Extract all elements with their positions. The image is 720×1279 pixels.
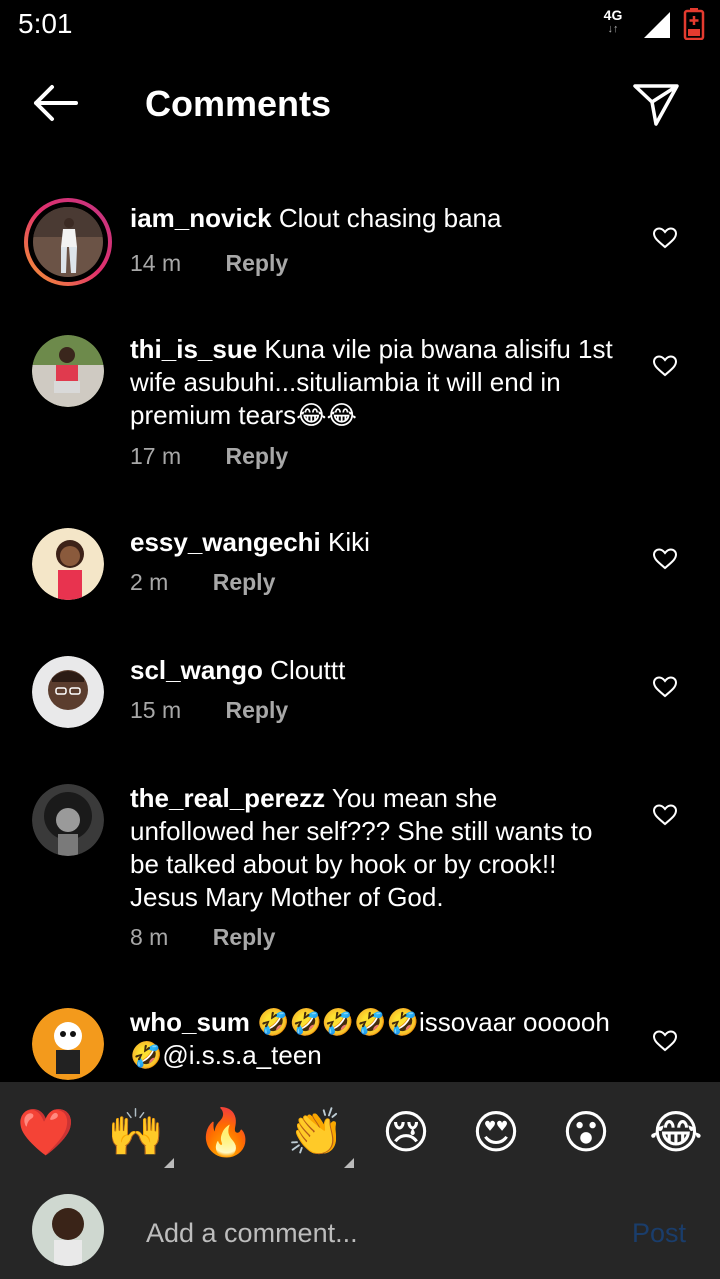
- comment-message: Clout chasing bana: [278, 203, 502, 233]
- avatar: [33, 207, 103, 277]
- comment-meta: 8 m Reply: [130, 924, 275, 951]
- reaction-heart[interactable]: ❤️: [16, 1102, 76, 1162]
- reaction-wow[interactable]: 😮: [556, 1102, 616, 1162]
- post-button[interactable]: Post: [632, 1218, 686, 1249]
- like-heart-icon[interactable]: [652, 1029, 678, 1053]
- clap-emoji: 👏: [287, 1106, 345, 1158]
- avatar[interactable]: [32, 335, 104, 407]
- reaction-cry[interactable]: 😢: [376, 1102, 436, 1162]
- comment-age: 15 m: [130, 697, 182, 723]
- comment-age: 8 m: [130, 924, 169, 950]
- comment-meta: 17 m Reply: [130, 443, 288, 470]
- like-heart-icon[interactable]: [652, 226, 678, 250]
- avatar[interactable]: [32, 528, 104, 600]
- like-heart-icon[interactable]: [652, 354, 678, 378]
- comment-username[interactable]: scl_wango: [130, 655, 263, 685]
- current-user-avatar: [32, 1194, 104, 1266]
- comment-age: 17 m: [130, 443, 182, 469]
- comment-username[interactable]: who_sum: [130, 1007, 250, 1037]
- avatar-story-ring[interactable]: [24, 198, 112, 286]
- comment-text: thi_is_sue Kuna vile pia bwana alisifu 1…: [130, 333, 625, 432]
- reply-button[interactable]: Reply: [226, 250, 289, 276]
- comment-message: Kiki: [328, 527, 370, 557]
- avatar[interactable]: [32, 784, 104, 856]
- comment-meta: 15 m Reply: [130, 697, 288, 724]
- comment-text: who_sum 🤣🤣🤣🤣🤣issovaar oooooh🤣@i.s.s.a_te…: [130, 1006, 625, 1072]
- reaction-laugh[interactable]: 😂: [646, 1102, 706, 1162]
- comment-composer: Post: [0, 1182, 720, 1279]
- reply-button[interactable]: Reply: [213, 569, 276, 595]
- comment-text: scl_wango Clouttt: [130, 654, 625, 687]
- comment-age: 2 m: [130, 569, 169, 595]
- back-arrow-icon[interactable]: [30, 83, 80, 123]
- comment-meta: 2 m Reply: [130, 569, 275, 596]
- like-heart-icon[interactable]: [652, 675, 678, 699]
- reaction-heart-eyes[interactable]: 😍: [466, 1102, 526, 1162]
- like-heart-icon[interactable]: [652, 547, 678, 571]
- reply-button[interactable]: Reply: [213, 924, 276, 950]
- reaction-fire[interactable]: 🔥: [196, 1102, 256, 1162]
- header: Comments: [0, 70, 720, 140]
- comment-username[interactable]: thi_is_sue: [130, 334, 257, 364]
- comment-username[interactable]: the_real_perezz: [130, 783, 325, 813]
- comment-message: Clouttt: [270, 655, 346, 685]
- page-title: Comments: [145, 83, 332, 124]
- like-heart-icon[interactable]: [652, 803, 678, 827]
- comment-input[interactable]: [144, 1212, 608, 1254]
- skin-tone-indicator-icon: [344, 1158, 354, 1168]
- comment-age: 14 m: [130, 250, 182, 276]
- comment-text: iam_novick Clout chasing bana: [130, 202, 625, 235]
- comment-meta: 14 m Reply: [130, 250, 288, 277]
- comment-text: the_real_perezz You mean she unfollowed …: [130, 782, 625, 914]
- reaction-clap[interactable]: 👏: [286, 1102, 354, 1168]
- avatar[interactable]: [32, 1008, 104, 1080]
- reply-button[interactable]: Reply: [226, 697, 289, 723]
- comment-username[interactable]: essy_wangechi: [130, 527, 321, 557]
- comments-list: iam_novick Clout chasing bana 14 m Reply…: [0, 0, 720, 1082]
- quick-reactions-bar: ❤️ 🙌 🔥 👏 😢 😍 😮 😂: [0, 1082, 720, 1182]
- comment-text: essy_wangechi Kiki: [130, 526, 625, 559]
- comment-username[interactable]: iam_novick: [130, 203, 272, 233]
- avatar[interactable]: [32, 656, 104, 728]
- direct-send-icon[interactable]: [632, 82, 680, 128]
- reply-button[interactable]: Reply: [226, 443, 289, 469]
- raised-hands-emoji: 🙌: [107, 1106, 165, 1158]
- skin-tone-indicator-icon: [164, 1158, 174, 1168]
- reaction-raised-hands[interactable]: 🙌: [106, 1102, 174, 1168]
